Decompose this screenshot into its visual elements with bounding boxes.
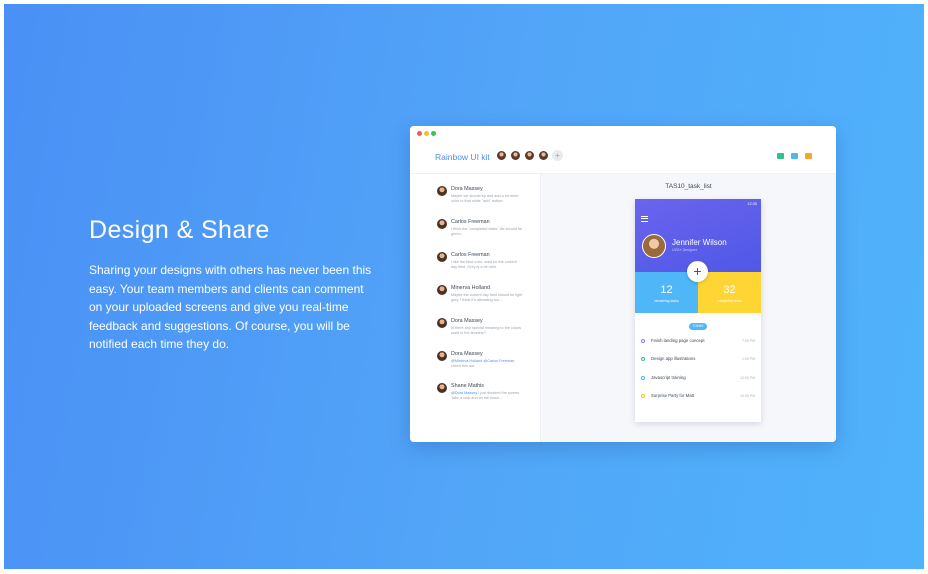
comment-author: Carlos Freeman [451, 219, 490, 225]
window-titlebar [410, 126, 836, 140]
task-label: Surprise Party for Matt [651, 393, 694, 398]
task-status-icon [641, 357, 645, 361]
task-label: Javascript training [651, 375, 686, 380]
status-bar-time: 12:30 [747, 202, 757, 206]
task-status-icon [641, 394, 645, 398]
avatar [437, 285, 447, 295]
stat-label: completed tasks [716, 299, 743, 303]
camera-icon[interactable] [777, 153, 784, 159]
hero-background: Design & Share Sharing your designs with… [4, 4, 924, 569]
task-label: Design app illustrations [651, 356, 696, 361]
avatar[interactable] [496, 150, 507, 161]
hero-description: Sharing your designs with others has nev… [89, 263, 372, 352]
hamburger-menu-icon[interactable] [641, 216, 648, 223]
avatar[interactable] [524, 150, 535, 161]
minimize-window-button[interactable] [424, 131, 429, 136]
comment-body: check this out. [451, 364, 476, 369]
task-item[interactable]: Surprise Party for Matt 10:30 PM [641, 392, 755, 400]
stat-label: remaining tasks [654, 299, 679, 303]
avatar [437, 383, 447, 393]
comment-author: Shane Mathis [451, 383, 484, 389]
avatar [437, 252, 447, 262]
mail-icon[interactable] [791, 153, 798, 159]
comment-author: Minerva Holland [451, 285, 490, 291]
comment-author: Carlos Freeman [451, 252, 490, 258]
task-time: 1:00 PM [741, 356, 755, 361]
add-task-button[interactable]: + [687, 261, 708, 282]
close-window-button[interactable] [417, 131, 422, 136]
link-icon[interactable] [805, 153, 812, 159]
comments-panel: Dora Massey Maybe we should try and add … [410, 174, 541, 442]
completed-tasks-tile[interactable]: 32 completed tasks [698, 272, 761, 313]
task-item[interactable]: Javascript training 12:00 PM [641, 374, 755, 382]
header-actions [770, 153, 812, 159]
avatar [437, 318, 447, 328]
task-time: 10:30 PM [740, 393, 755, 398]
app-header: Rainbow UI kit + [410, 140, 836, 174]
profile-name: Jennifer Wilson [672, 238, 727, 247]
comment-mention[interactable]: @Minerva Holland @Carlos Freeman [451, 359, 514, 363]
maximize-window-button[interactable] [431, 131, 436, 136]
comment-author: Dora Massey [451, 318, 483, 324]
avatar[interactable] [510, 150, 521, 161]
hero-title: Design & Share [89, 216, 270, 244]
task-label: Finish landing page concept [651, 338, 705, 343]
comment-text: I think the "completed tasks" tile shoul… [451, 227, 523, 237]
task-status-icon [641, 376, 645, 380]
task-item[interactable]: Design app illustrations 1:00 PM [641, 355, 755, 363]
team-avatars: + [496, 150, 563, 161]
avatar [642, 234, 666, 258]
add-member-button[interactable]: + [552, 150, 563, 161]
comment-text: Is there any special meaning to the colo… [451, 326, 522, 336]
task-time: 7:00 PM [741, 338, 755, 343]
avatar [437, 186, 447, 196]
phone-screen-preview[interactable]: 12:30 Jennifer Wilson UI/UX Designer 12 … [635, 199, 761, 422]
comment-text: Maybe we should try and add a bit more c… [451, 194, 519, 204]
comment-author: Dora Massey [451, 351, 483, 357]
comment-mention[interactable]: @Dora Massey [451, 391, 477, 395]
comment-text: @Dora Massey I just finished the screen.… [451, 391, 523, 401]
current-day-pill[interactable]: TODAY [689, 323, 707, 330]
avatar[interactable] [538, 150, 549, 161]
comment-text: I like the blue color used for the curre… [451, 260, 517, 270]
task-item[interactable]: Finish landing page concept 7:00 PM [641, 337, 755, 345]
comment-text: Maybe the current day field should be li… [451, 293, 523, 303]
task-time: 12:00 PM [740, 375, 755, 380]
stat-value: 12 [660, 284, 673, 296]
project-title[interactable]: Rainbow UI kit [435, 152, 490, 162]
comment-text: @Minerva Holland @Carlos Freeman check t… [451, 359, 523, 369]
comment-author: Dora Massey [451, 186, 483, 192]
screen-title: TAS10_task_list [665, 183, 712, 190]
stat-value: 32 [723, 284, 736, 296]
design-canvas: TAS10_task_list 12:30 Jennifer Wilson UI… [541, 174, 836, 442]
app-window: Rainbow UI kit + Dora Massey Maybe we sh… [410, 126, 836, 442]
profile-role: UI/UX Designer [672, 248, 697, 252]
task-status-icon [641, 339, 645, 343]
avatar [437, 219, 447, 229]
avatar [437, 351, 447, 361]
